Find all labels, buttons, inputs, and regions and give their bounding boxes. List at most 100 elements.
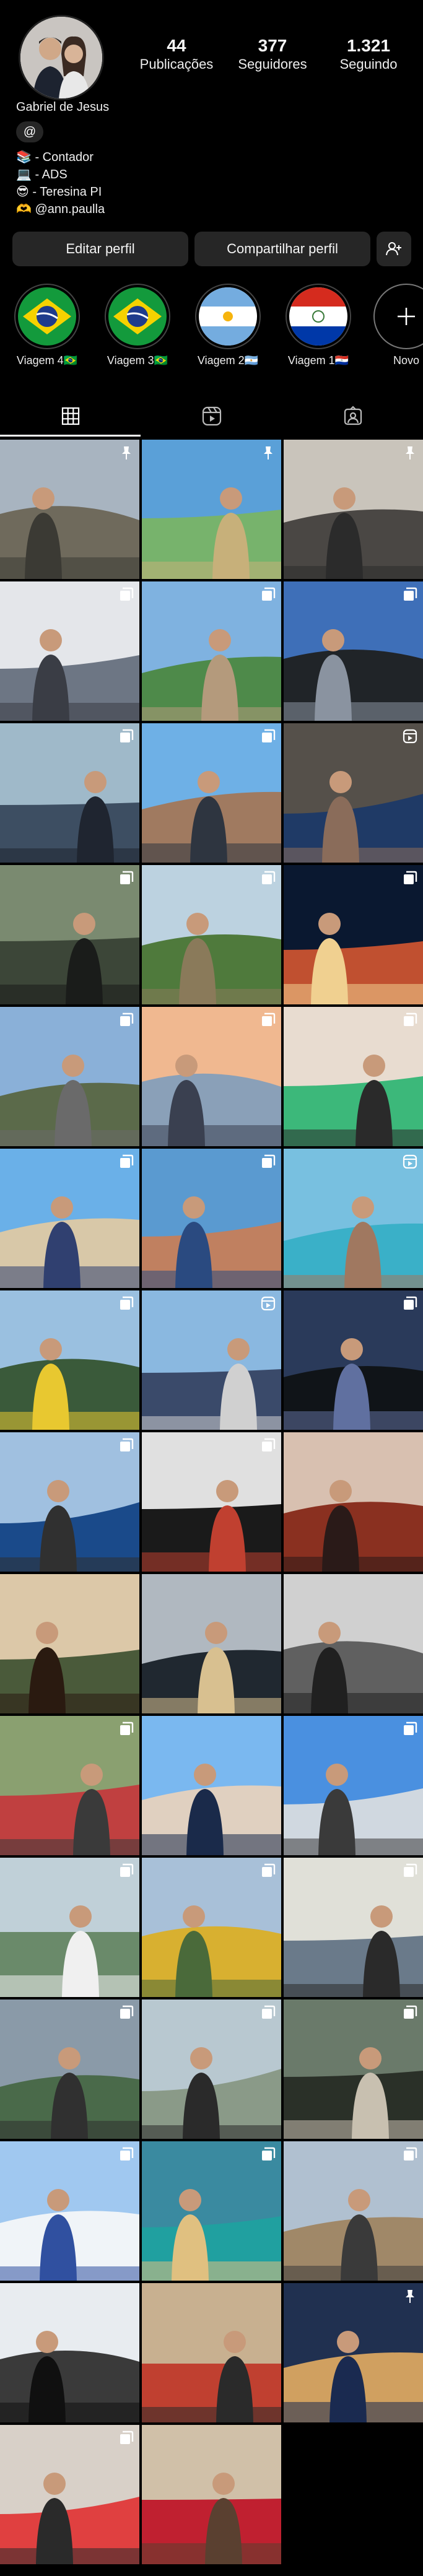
post-thumbnail-snowman[interactable] [0,2141,139,2281]
post-thumbnail-aquarium[interactable] [142,2141,281,2281]
carousel-icon [262,587,276,601]
post-thumbnail-silhouette[interactable] [142,1574,281,1713]
pin-icon [406,2290,414,2303]
active-tab-indicator [0,435,141,437]
bio-line: 📚 - Contador [16,150,94,164]
carousel-icon [120,729,134,742]
post-image [284,1574,423,1713]
post-thumbnail-tree-shadow[interactable] [0,1574,139,1713]
brazil-flag-icon [18,287,76,346]
edit-profile-button[interactable]: Editar perfil [12,232,188,266]
post-thumbnail-lake-man[interactable] [0,1999,139,2139]
post-thumbnail-driving[interactable] [0,865,139,1004]
followers-count: 377 [258,36,287,55]
carousel-icon [404,587,417,601]
highlight-cover [286,284,351,349]
post-thumbnail-beach-swing[interactable] [0,1149,139,1288]
post-thumbnail-selfie-cap[interactable] [0,723,139,863]
bio-line-mention[interactable]: 🫶 @ann.paulla [16,201,105,218]
brazil-flag-icon [108,287,167,346]
profile-tabs [0,396,423,437]
post-thumbnail-pool[interactable] [284,1149,423,1288]
post-thumbnail-beach-bus[interactable] [142,440,281,579]
post-thumbnail-couple-sea[interactable] [142,1149,281,1288]
post-thumbnail-blue-car[interactable] [0,1432,139,1572]
post-thumbnail-window-view[interactable] [0,440,139,579]
post-thumbnail-race-track[interactable] [142,1290,281,1430]
post-thumbnail-dark-car[interactable] [284,1290,423,1430]
carousel-icon [120,2430,134,2444]
post-image [0,2283,139,2422]
post-thumbnail-selfie-sky[interactable] [142,1716,281,1855]
highlight-label: Viagem 1🇵🇾 [287,354,349,367]
carousel-icon [120,1721,134,1735]
highlight-viagem-1[interactable]: Viagem 1🇵🇾 [282,284,354,367]
highlight-viagem-3[interactable]: Viagem 3🇧🇷 [102,284,173,367]
post-thumbnail-sunset-couple[interactable] [142,1007,281,1146]
carousel-icon [120,871,134,884]
post-thumbnail-garden[interactable] [142,865,281,1004]
post-thumbnail-night-street[interactable] [284,2283,423,2422]
discover-people-button[interactable] [377,232,411,266]
post-thumbnail-ferrari-sign[interactable] [0,1290,139,1430]
following-count: 1.321 [346,36,391,55]
post-thumbnail-archery[interactable] [0,2425,139,2564]
post-thumbnail-canela-night[interactable] [284,865,423,1004]
post-thumbnail-plane-window[interactable] [0,2283,139,2422]
bio-line: 😎 - Teresina PI [16,185,102,199]
post-thumbnail-close-selfie[interactable] [284,1432,423,1572]
post-thumbnail-couple-selfie[interactable] [142,723,281,863]
carousel-icon [262,1012,276,1026]
new-highlight-button[interactable]: Novo [370,284,423,367]
carousel-icon [120,2147,134,2160]
carousel-icon [404,1296,417,1310]
post-thumbnail-restaurant[interactable] [142,2283,281,2422]
highlight-label: Novo [393,354,420,367]
post-thumbnail-gate[interactable] [0,1007,139,1146]
carousel-icon [120,2005,134,2019]
story-highlights: Viagem 4🇧🇷 Viagem 3🇧🇷 Viagem 2🇦🇷 Viagem … [0,284,423,376]
reel-icon [261,1296,276,1311]
profile-name: Gabriel de Jesus [16,100,110,114]
post-thumbnail-office-man[interactable] [284,440,423,579]
threads-badge[interactable]: @ [16,121,43,142]
tab-reels[interactable] [141,396,282,436]
share-profile-button[interactable]: Compartilhar perfil [194,232,370,266]
new-highlight-ring [373,284,423,349]
posts-stat[interactable]: 44 Publicações [130,36,223,73]
post-thumbnail-transformer[interactable] [142,1858,281,1997]
post-thumbnail-black-car[interactable] [284,581,423,721]
pin-icon [264,446,273,459]
posts-count: 44 [167,36,186,55]
highlight-viagem-2[interactable]: Viagem 2🇦🇷 [192,284,264,367]
post-thumbnail-room-man[interactable] [0,581,139,721]
highlight-label: Viagem 4🇧🇷 [16,354,78,367]
post-thumbnail-waterfall-man[interactable] [0,1858,139,1997]
tab-tagged[interactable] [282,396,423,436]
post-thumbnail-woman-shawl[interactable] [284,723,423,863]
post-thumbnail-couple-palms[interactable] [142,581,281,721]
highlight-viagem-4[interactable]: Viagem 4🇧🇷 [11,284,83,367]
post-thumbnail-boy-playing[interactable] [142,2425,281,2564]
followers-stat[interactable]: 377 Seguidores [226,36,319,73]
post-image [142,2283,281,2422]
carousel-icon [262,1154,276,1168]
post-thumbnail-bw-balcony[interactable] [284,1574,423,1713]
person-add-icon [386,242,401,256]
following-stat[interactable]: 1.321 Seguindo [322,36,415,73]
carousel-icon [262,729,276,742]
post-thumbnail-car-interior[interactable] [284,1999,423,2139]
post-thumbnail-waterfall-couple[interactable] [142,1999,281,2139]
post-image [142,2425,281,2564]
post-thumbnail-man-white-car[interactable] [142,1432,281,1572]
profile-avatar[interactable] [19,15,104,100]
post-image [142,1716,281,1855]
post-thumbnail-church-square[interactable] [284,2141,423,2281]
post-thumbnail-motorcycle[interactable] [284,1716,423,1855]
carousel-icon [404,2005,417,2019]
post-thumbnail-mall-man[interactable] [284,1858,423,1997]
post-thumbnail-group-photo[interactable] [0,1716,139,1855]
tab-posts-grid[interactable] [0,396,141,437]
post-thumbnail-store-couple[interactable] [284,1007,423,1146]
post-image [284,1432,423,1572]
